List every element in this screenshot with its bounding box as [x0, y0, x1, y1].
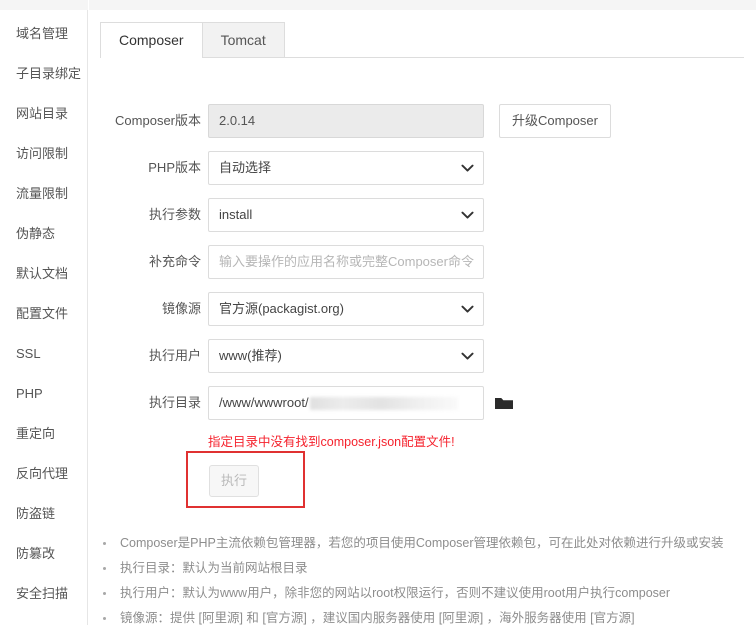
- tab-label: Composer: [119, 32, 184, 48]
- execute-button[interactable]: 执行: [209, 465, 259, 497]
- note-item: 执行目录：默认为当前网站根目录: [89, 556, 756, 581]
- sidebar-item-label: 防盗链: [16, 506, 56, 521]
- composer-version-label: Composer版本: [115, 113, 201, 128]
- exec-param-control: install: [208, 198, 484, 232]
- error-message: 指定目录中没有找到composer.json配置文件!: [208, 435, 455, 449]
- sidebar-item-label: 域名管理: [16, 26, 69, 41]
- sidebar-item-scan[interactable]: 安全扫描: [0, 574, 88, 614]
- chevron-down-icon: [460, 293, 474, 325]
- sidebar-item-label: 反向代理: [16, 466, 69, 481]
- chevron-down-icon: [460, 340, 474, 372]
- mirror-source-label: 镜像源: [161, 301, 201, 316]
- exec-dir-input[interactable]: /www/wwwroot/: [208, 386, 484, 420]
- field-row-extra-command: 补充命令 输入要操作的应用名称或完整Composer命令: [89, 245, 509, 279]
- sidebar-item-redirect[interactable]: 重定向: [0, 414, 88, 454]
- chevron-down-icon: [460, 152, 474, 184]
- sidebar-item-label: 安全扫描: [16, 586, 69, 601]
- mirror-source-select[interactable]: 官方源(packagist.org): [208, 292, 484, 326]
- field-row-exec-param: 执行参数 install: [89, 198, 509, 232]
- sidebar-item-label: 重定向: [16, 426, 56, 441]
- composer-version-input[interactable]: 2.0.14: [208, 104, 484, 138]
- sidebar-item-rewrite[interactable]: 伪静态: [0, 214, 88, 254]
- note-item: Composer是PHP主流依赖包管理器，若您的项目使用Composer管理依赖…: [89, 531, 756, 556]
- sidebar-item-ssl[interactable]: SSL: [0, 334, 88, 374]
- exec-dir-label: 执行目录: [148, 395, 201, 410]
- sidebar-item-php[interactable]: PHP: [0, 374, 88, 414]
- note-item: 执行用户：默认为www用户，除非您的网站以root权限运行，否则不建议使用roo…: [89, 581, 756, 606]
- sidebar-menu: 域名管理 子目录绑定 网站目录 访问限制 流量限制 伪静态 默认文档 配置文件 …: [0, 14, 88, 614]
- sidebar-item-default-doc[interactable]: 默认文档: [0, 254, 88, 294]
- sidebar-item-subdir[interactable]: 子目录绑定: [0, 54, 88, 94]
- sidebar-item-label: 子目录绑定: [16, 66, 82, 81]
- tab-bar: Composer Tomcat: [89, 10, 756, 59]
- sidebar-item-config[interactable]: 配置文件: [0, 294, 88, 334]
- tab-composer[interactable]: Composer: [100, 22, 203, 59]
- exec-user-value: www(推荐): [219, 348, 282, 363]
- sidebar-item-label: 网站目录: [16, 106, 69, 121]
- sidebar-item-access[interactable]: 访问限制: [0, 134, 88, 174]
- main-top-strip: [89, 0, 756, 10]
- help-notes-list: Composer是PHP主流依赖包管理器，若您的项目使用Composer管理依赖…: [89, 531, 756, 625]
- exec-user-select[interactable]: www(推荐): [208, 339, 484, 373]
- mirror-source-value: 官方源(packagist.org): [219, 301, 344, 316]
- upgrade-composer-button[interactable]: 升级Composer: [499, 104, 611, 138]
- tab-list: Composer Tomcat: [100, 22, 285, 59]
- sidebar-item-label: 伪静态: [16, 226, 56, 241]
- sidebar-item-label: 默认文档: [16, 266, 69, 281]
- sidebar-item-label: PHP: [16, 386, 43, 401]
- sidebar-item-sitedir[interactable]: 网站目录: [0, 94, 88, 134]
- sidebar-item-traffic[interactable]: 流量限制: [0, 174, 88, 214]
- sidebar-item-antitamper[interactable]: 防篡改: [0, 534, 88, 574]
- php-version-select[interactable]: 自动选择: [208, 151, 484, 185]
- tab-label: Tomcat: [220, 32, 266, 48]
- exec-user-control: www(推荐): [208, 339, 484, 373]
- extra-command-control: 输入要操作的应用名称或完整Composer命令: [208, 245, 484, 279]
- sidebar-item-domain[interactable]: 域名管理: [0, 14, 88, 54]
- sidebar-top-strip: [0, 0, 88, 10]
- sidebar-item-label: 流量限制: [16, 186, 69, 201]
- redacted-path-segment: [309, 397, 458, 411]
- field-row-composer-version: Composer版本 2.0.14 升级Composer: [89, 104, 649, 138]
- extra-command-input[interactable]: 输入要操作的应用名称或完整Composer命令: [208, 245, 484, 279]
- field-row-php-version: PHP版本 自动选择: [89, 151, 509, 185]
- field-row-exec-dir: 执行目录 /www/wwwroot/: [89, 386, 529, 420]
- exec-param-select[interactable]: install: [208, 198, 484, 232]
- sidebar-item-label: 防篡改: [16, 546, 56, 561]
- composer-version-control: 2.0.14: [208, 104, 484, 138]
- tab-tomcat[interactable]: Tomcat: [202, 22, 285, 58]
- exec-dir-value: /www/wwwroot/: [219, 395, 309, 410]
- exec-param-label: 执行参数: [148, 207, 201, 222]
- field-row-exec-user: 执行用户 www(推荐): [89, 339, 509, 373]
- sidebar-item-proxy[interactable]: 反向代理: [0, 454, 88, 494]
- main-panel: Composer Tomcat Composer版本 2.0.14 升级Comp…: [89, 0, 756, 625]
- mirror-source-control: 官方源(packagist.org): [208, 292, 484, 326]
- exec-dir-control: /www/wwwroot/: [208, 386, 484, 420]
- php-version-value: 自动选择: [219, 160, 272, 175]
- note-item: 镜像源：提供 [阿里源] 和 [官方源] ，建议国内服务器使用 [阿里源] ，海…: [89, 606, 756, 625]
- exec-user-label: 执行用户: [148, 348, 201, 363]
- php-version-control: 自动选择: [208, 151, 484, 185]
- sidebar-item-antileech[interactable]: 防盗链: [0, 494, 88, 534]
- composer-settings-page: 域名管理 子目录绑定 网站目录 访问限制 流量限制 伪静态 默认文档 配置文件 …: [0, 0, 756, 625]
- site-settings-sidebar: 域名管理 子目录绑定 网站目录 访问限制 流量限制 伪静态 默认文档 配置文件 …: [0, 0, 88, 625]
- sidebar-item-label: 访问限制: [16, 146, 69, 161]
- sidebar-item-label: 配置文件: [16, 306, 69, 321]
- field-row-mirror-source: 镜像源 官方源(packagist.org): [89, 292, 509, 326]
- extra-command-label: 补充命令: [148, 254, 201, 269]
- execute-highlight-box: 执行: [186, 451, 305, 508]
- php-version-label: PHP版本: [148, 160, 201, 175]
- chevron-down-icon: [460, 199, 474, 231]
- folder-browse-icon[interactable]: [493, 392, 515, 414]
- exec-param-value: install: [219, 207, 253, 222]
- sidebar-item-label: SSL: [16, 346, 41, 361]
